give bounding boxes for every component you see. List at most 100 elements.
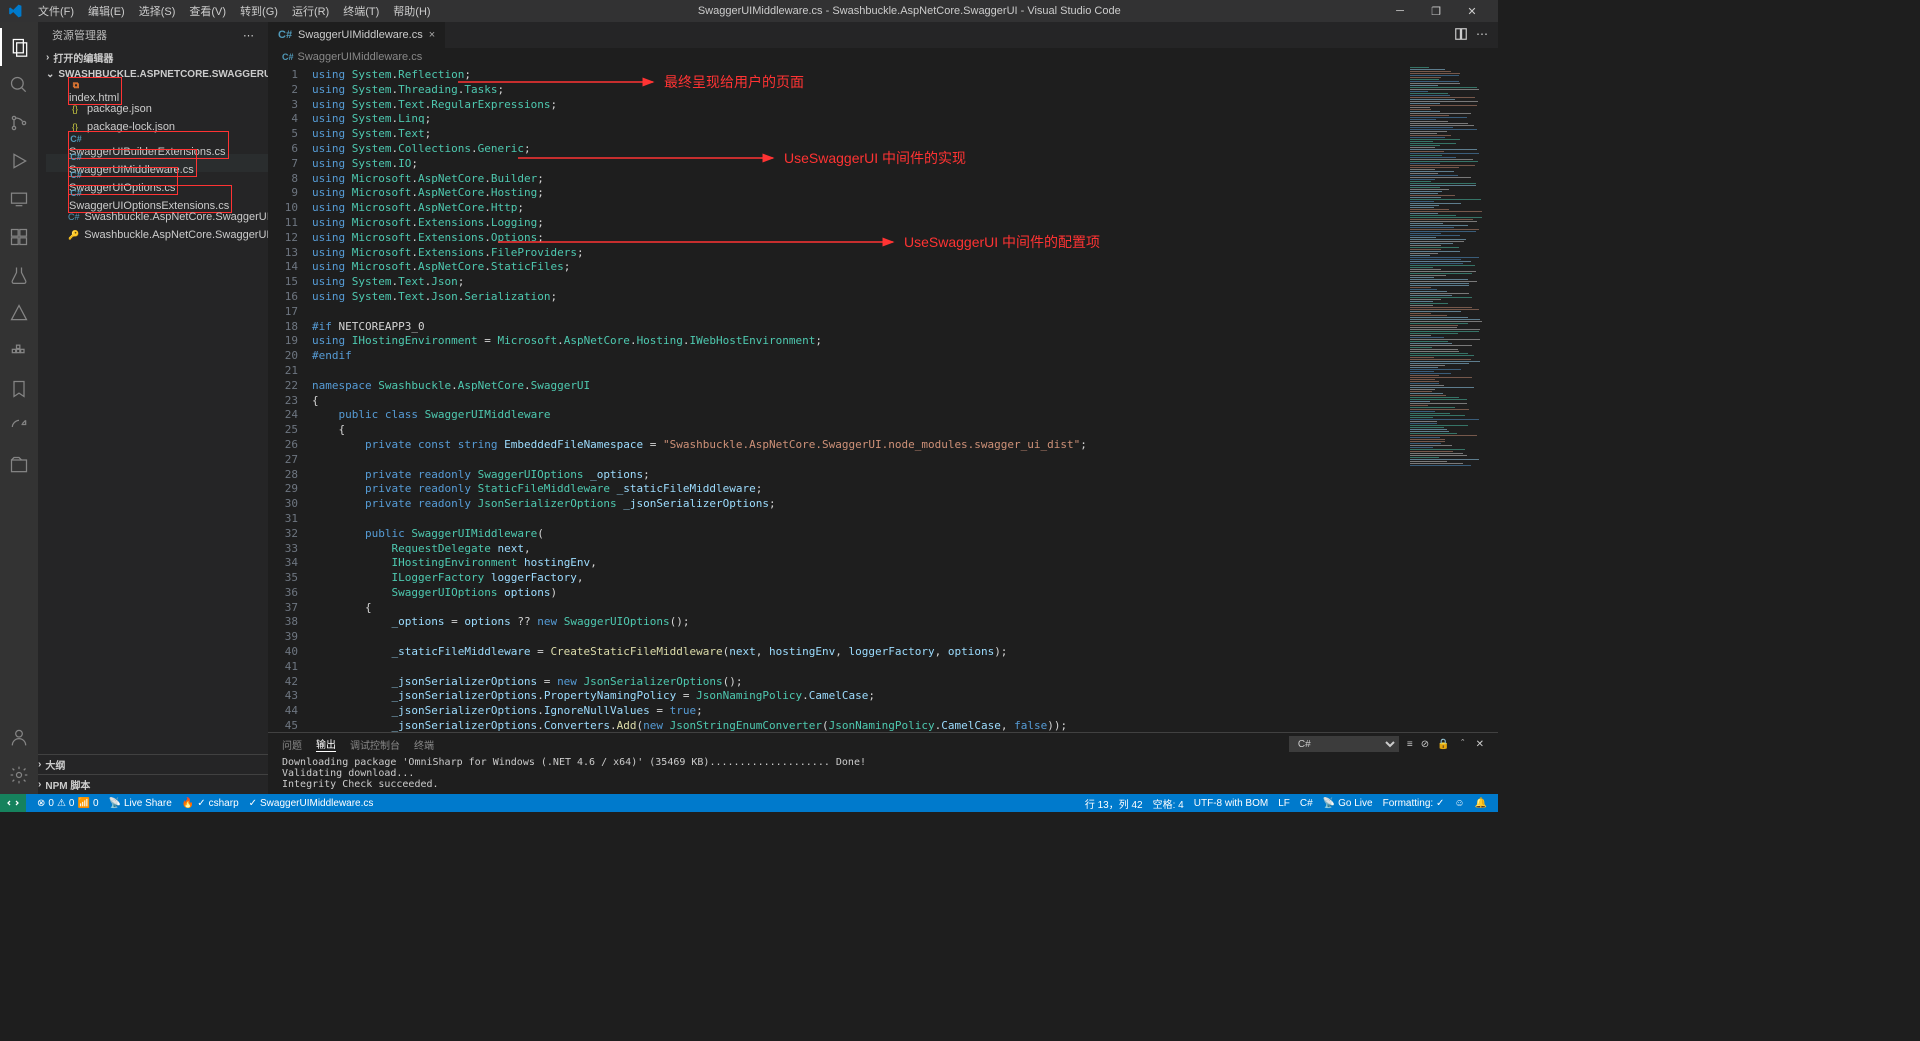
sidebar: 资源管理器 ⋯ › 打开的编辑器 ⌄ SWASHBUCKLE.ASPNETCOR…: [38, 22, 268, 794]
split-editor-icon[interactable]: [1454, 27, 1468, 44]
remote-indicator-icon[interactable]: [0, 794, 26, 812]
menu-file[interactable]: 文件(F): [32, 1, 80, 21]
extensions-icon[interactable]: [0, 218, 38, 256]
broadcast-icon: 📡: [109, 798, 121, 809]
breadcrumb-file: SwaggerUIMiddleware.cs: [298, 51, 423, 63]
panel-tab-terminal[interactable]: 终端: [414, 737, 434, 752]
panel-tab-output[interactable]: 输出: [316, 736, 336, 752]
file-item[interactable]: C#Swashbuckle.AspNetCore.SwaggerUI.csp..…: [46, 208, 268, 226]
sidebar-header: 资源管理器 ⋯: [38, 22, 268, 48]
explorer-icon[interactable]: [0, 28, 38, 66]
warning-icon: ⚠: [57, 798, 66, 809]
output-content[interactable]: Downloading package 'OmniSharp for Windo…: [268, 755, 1498, 794]
close-panel-icon[interactable]: ✕: [1476, 739, 1484, 750]
live-share[interactable]: 📡Live Share: [104, 798, 177, 809]
flame-status[interactable]: 🔥 ✓csharp: [177, 798, 244, 809]
notifications-icon[interactable]: 🔔: [1470, 796, 1492, 811]
docker-icon[interactable]: [0, 332, 38, 370]
check-icon: ✓: [249, 798, 257, 809]
annotation-2: UseSwaggerUI 中间件的实现: [518, 148, 966, 168]
annotation-1: 最终呈现给用户的页面: [458, 72, 804, 92]
file-item[interactable]: ⧉ index.html: [46, 82, 268, 100]
source-control-icon[interactable]: [0, 104, 38, 142]
encoding[interactable]: UTF-8 with BOM: [1189, 796, 1273, 811]
go-live[interactable]: 📡Go Live: [1318, 796, 1378, 811]
sidebar-title: 资源管理器: [52, 27, 107, 43]
key-icon: 🔑: [68, 228, 79, 242]
editor-area: C# SwaggerUIMiddleware.cs × ⋯ C# Swagger…: [268, 22, 1498, 794]
remote-icon[interactable]: [0, 180, 38, 218]
line-numbers: 1234567891011121314151617181920212223242…: [268, 66, 312, 732]
errors-warnings[interactable]: ⊗0 ⚠0 📶0: [32, 798, 104, 809]
flame-icon: 🔥: [182, 798, 194, 809]
settings-icon[interactable]: [0, 756, 38, 794]
bookmark-icon[interactable]: [0, 370, 38, 408]
file-name: Swashbuckle.AspNetCore.SwaggerUI.snk: [84, 229, 289, 241]
more-icon[interactable]: ⋯: [1476, 27, 1488, 44]
menu-go[interactable]: 转到(G): [234, 1, 284, 21]
cs-icon: C#: [69, 168, 83, 182]
language-mode[interactable]: C#: [1295, 796, 1318, 811]
breadcrumbs[interactable]: C# SwaggerUIMiddleware.cs: [268, 48, 1498, 66]
menu-help[interactable]: 帮助(H): [387, 1, 436, 21]
clear-output-icon[interactable]: ⊘: [1421, 739, 1429, 750]
csproj-icon: C#: [68, 210, 80, 224]
annotation-3: UseSwaggerUI 中间件的配置项: [498, 232, 1100, 252]
account-icon[interactable]: [0, 718, 38, 756]
editor-tabs: C# SwaggerUIMiddleware.cs × ⋯: [268, 22, 1498, 48]
spaces[interactable]: 空格: 4: [1148, 796, 1189, 811]
minimize-icon[interactable]: ─: [1382, 0, 1418, 22]
more-icon[interactable]: ⋯: [243, 29, 254, 42]
file-item[interactable]: C# SwaggerUIOptionsExtensions.cs: [46, 190, 268, 208]
formatting[interactable]: Formatting: ✓: [1378, 796, 1450, 811]
code-editor[interactable]: 1234567891011121314151617181920212223242…: [268, 66, 1498, 732]
cs-icon: C#: [69, 132, 83, 146]
run-debug-icon[interactable]: [0, 142, 38, 180]
chevron-right-icon: ›: [38, 759, 41, 770]
open-editors-section[interactable]: › 打开的编辑器: [38, 48, 268, 67]
file-tree: ⧉ index.html{}package.json{}package-lock…: [38, 82, 268, 244]
menubar: 文件(F) 编辑(E) 选择(S) 查看(V) 转到(G) 运行(R) 终端(T…: [32, 1, 437, 21]
menu-run[interactable]: 运行(R): [286, 1, 335, 21]
cursor-position[interactable]: 行 13，列 42: [1080, 796, 1148, 811]
azure-icon[interactable]: [0, 294, 38, 332]
panel-tab-debug-console[interactable]: 调试控制台: [350, 737, 400, 752]
signal-icon: 📶: [77, 798, 89, 809]
menu-edit[interactable]: 编辑(E): [82, 1, 131, 21]
close-icon[interactable]: ✕: [1454, 0, 1490, 22]
maximize-panel-icon[interactable]: ＾: [1458, 737, 1468, 752]
eol[interactable]: LF: [1273, 796, 1295, 811]
search-icon[interactable]: [0, 66, 38, 104]
minimap[interactable]: [1408, 66, 1498, 732]
test-icon[interactable]: [0, 256, 38, 294]
lock-scroll-icon[interactable]: 🔒: [1437, 739, 1449, 750]
list-icon[interactable]: ≡: [1407, 739, 1413, 750]
menu-terminal[interactable]: 终端(T): [337, 1, 385, 21]
share-icon[interactable]: [0, 408, 38, 446]
menu-selection[interactable]: 选择(S): [133, 1, 182, 21]
file-name: package.json: [87, 103, 152, 115]
output-channel-dropdown[interactable]: C#: [1289, 736, 1399, 752]
panel-tab-problems[interactable]: 问题: [282, 737, 302, 752]
feedback-icon[interactable]: ☺: [1449, 796, 1469, 811]
file-status[interactable]: ✓SwaggerUIMiddleware.cs: [244, 798, 379, 809]
titlebar: 文件(F) 编辑(E) 选择(S) 查看(V) 转到(G) 运行(R) 终端(T…: [0, 0, 1498, 22]
file-name: Swashbuckle.AspNetCore.SwaggerUI.csp...: [85, 211, 300, 223]
outline-section[interactable]: › 大纲: [38, 754, 268, 774]
broadcast-icon: 📡: [1323, 798, 1335, 809]
file-item[interactable]: {}package.json: [46, 100, 268, 118]
npm-scripts-section[interactable]: › NPM 脚本: [38, 774, 268, 794]
maximize-icon[interactable]: ❐: [1418, 0, 1454, 22]
tab-swaggeruimiddleware[interactable]: C# SwaggerUIMiddleware.cs ×: [268, 22, 445, 48]
chevron-right-icon: ›: [46, 52, 49, 63]
chevron-right-icon: ›: [38, 779, 41, 790]
editor-actions: ⋯: [1454, 27, 1498, 44]
activitybar: [0, 22, 38, 794]
error-icon: ⊗: [37, 798, 45, 809]
window-controls: ─ ❐ ✕: [1382, 0, 1490, 22]
file-item[interactable]: 🔑Swashbuckle.AspNetCore.SwaggerUI.snk: [46, 226, 268, 244]
tab-label: SwaggerUIMiddleware.cs: [298, 29, 423, 41]
close-tab-icon[interactable]: ×: [429, 29, 435, 41]
project-icon[interactable]: [0, 446, 38, 484]
menu-view[interactable]: 查看(V): [183, 1, 232, 21]
